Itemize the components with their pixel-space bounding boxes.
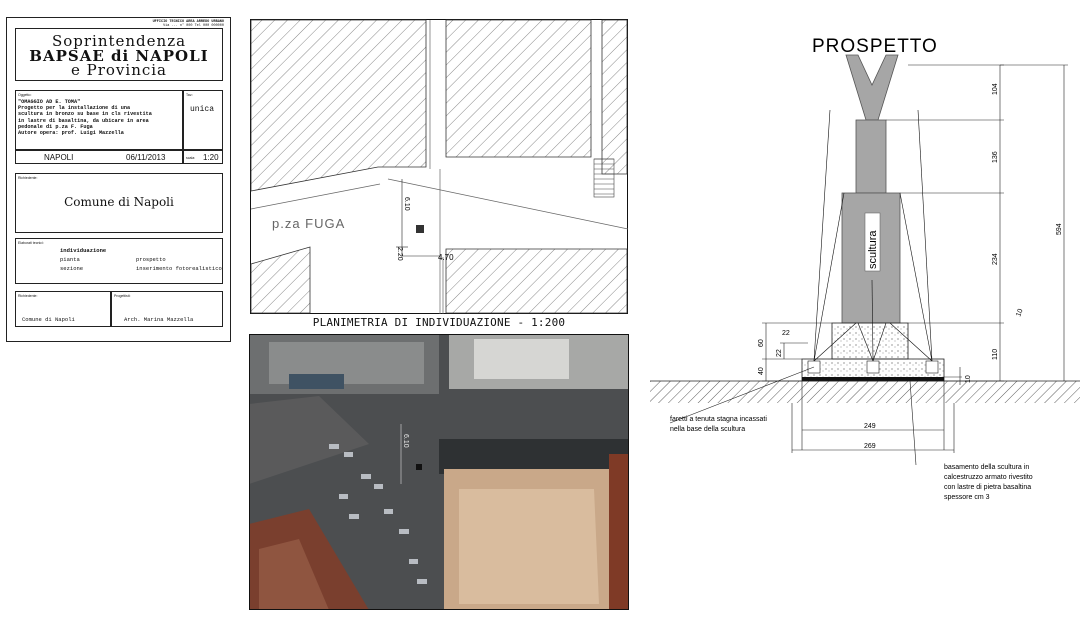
sign-left-box: Richiedente: Comune di Napoli (15, 291, 111, 327)
dim-left-22: 22 (776, 349, 783, 357)
client-label: Richiedente: (18, 176, 38, 180)
site-plan: 6.10 2.20 4.70 p.za FUGA (250, 19, 628, 314)
dim-slab: 10 (965, 375, 972, 383)
building-block-n (445, 19, 592, 158)
dim-right-594: 594 (1056, 223, 1063, 235)
drawing-1: individuazione (60, 247, 107, 254)
dim-right-136: 136 (992, 151, 999, 163)
sheet-box: Tav.: unica (183, 90, 223, 150)
authority-box: Soprintendenza BAPSAE di NAPOLI e Provin… (15, 28, 223, 81)
elevation-title: PROSPETTO (812, 36, 938, 57)
ground-hatch (650, 381, 1080, 403)
aerial-photo: 6.10 (249, 334, 629, 610)
base-slab-bottom (802, 377, 944, 381)
note-base-4: spessore cm 3 (944, 494, 990, 501)
sign-left-value: Comune di Napoli (22, 316, 75, 323)
city-date-box: NAPOLI 06/11/2013 (15, 150, 183, 164)
aerial-dim: 6.10 (402, 434, 409, 448)
client-box: Richiedente: Comune di Napoli (15, 173, 223, 233)
title-block: UFFICIO TECNICO AREA ARREDO URBANO Via .… (6, 17, 231, 342)
subject-line-6: Autore opera: prof. Luigi Mazzella (18, 130, 124, 137)
building-block-ne (601, 19, 628, 175)
building-block-se (445, 248, 628, 314)
title-block-frame: Soprintendenza BAPSAE di NAPOLI e Provin… (15, 28, 223, 333)
sculpture-label: scultura (867, 230, 879, 269)
light-right (925, 360, 939, 374)
drawings-box: Elaborati tecnici: individuazione pianta… (15, 238, 223, 284)
sculpture-top (845, 54, 899, 121)
scale-label: scala: (186, 156, 196, 160)
building-block-nw (250, 19, 427, 192)
client-name: Comune di Napoli (64, 195, 174, 209)
drawing-3: prospetto (136, 256, 166, 263)
plan-dim-vertical: 6.10 (403, 197, 410, 211)
plan-caption: PLANIMETRIA DI INDIVIDUAZIONE - 1:200 (312, 316, 566, 329)
sheet-value: unica (190, 105, 215, 114)
authority-line-3: e Provincia (70, 61, 167, 79)
subject-text: "OMAGGIO AD E. TOMA" Progetto per la ins… (18, 99, 182, 136)
sign-right-value: Arch. Marina Mazzella (124, 316, 194, 323)
dim-right-104: 104 (992, 83, 999, 95)
note-lights-1: faretti a tenuta stagna incassati (670, 416, 767, 423)
light-center (866, 360, 880, 374)
dim-left-60: 60 (758, 339, 765, 347)
subject-box: Oggetto: "OMAGGIO AD E. TOMA" Progetto p… (15, 90, 183, 150)
dim-bottom-249: 249 (864, 423, 876, 430)
square-label: p.za FUGA (272, 216, 345, 231)
city: NAPOLI (44, 153, 74, 162)
dim-left-40: 40 (758, 367, 765, 375)
plan-dim-horizontal: 4.70 (438, 253, 454, 262)
dim-bottom-269: 269 (864, 443, 876, 450)
drawing-4: sezione (60, 265, 84, 272)
sign-right-box: Progettisti: Arch. Marina Mazzella (111, 291, 223, 327)
note-base-3: con lastre di pietra basaltina (944, 484, 1031, 491)
sheet-label: Tav.: (186, 93, 194, 97)
drawing-5: inserimento fotorealistico (136, 265, 222, 272)
note-lights-2: nella base della scultura (670, 426, 745, 433)
title-block-header: UFFICIO TECNICO AREA ARREDO URBANO Via .… (153, 20, 224, 28)
scale-value: 1:20 (203, 153, 219, 162)
dim-left-22-top: 22 (782, 330, 790, 337)
sculpture-neck (855, 119, 887, 194)
dim-right-10: 10 (1015, 308, 1024, 318)
sign-right-label: Progettisti: (114, 294, 131, 298)
sculpture-marker (416, 225, 424, 233)
note-base-2: calcestruzzo armato rivestito (944, 474, 1033, 481)
sign-left-label: Richiedente: (18, 294, 38, 298)
drawing-2: pianta (60, 256, 80, 263)
drawings-label: Elaborati tecnici: (18, 241, 44, 245)
scale-box: scala: 1:20 (183, 150, 223, 164)
note-base-1: basamento della scultura in (944, 464, 1029, 471)
elevation-drawing: PROSPETTO scultura 104 136 234 10 110 59… (650, 36, 1080, 501)
dim-right-110: 110 (992, 349, 999, 360)
plan-dim-small: 2.20 (396, 247, 403, 261)
date: 06/11/2013 (126, 153, 166, 162)
dim-right-234: 234 (992, 253, 999, 265)
subject-label: Oggetto: (18, 93, 32, 97)
aerial-sculpture-marker (416, 464, 422, 470)
